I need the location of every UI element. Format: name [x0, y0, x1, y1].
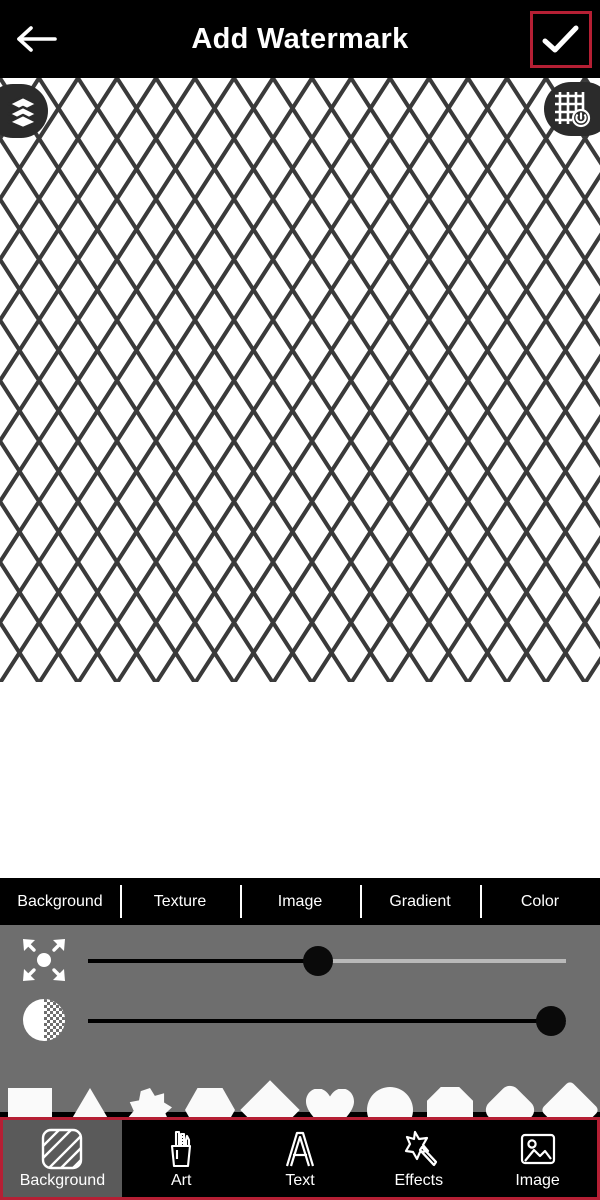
- page-title: Add Watermark: [191, 22, 409, 55]
- stripes-icon: [41, 1127, 83, 1170]
- layers-icon: [7, 95, 39, 128]
- app-root: Add Watermark Background Texture Image G…: [0, 0, 600, 1200]
- size-slider[interactable]: [88, 930, 566, 990]
- app-header: Add Watermark: [0, 0, 600, 78]
- size-slider-row: [0, 930, 600, 990]
- opacity-slider-fill: [88, 1019, 551, 1023]
- category-tabbar: Background Texture Image Gradient Color: [0, 878, 600, 925]
- tab-gradient[interactable]: Gradient: [360, 878, 480, 925]
- check-icon: [542, 25, 579, 52]
- expand-arrows-icon: [0, 930, 88, 990]
- canvas-empty-area[interactable]: [0, 682, 600, 878]
- opacity-slider[interactable]: [88, 990, 566, 1050]
- pencil-cup-icon: [160, 1127, 202, 1170]
- tab-color[interactable]: Color: [480, 878, 600, 925]
- nav-item-text[interactable]: Text: [240, 1120, 360, 1197]
- photo-icon: [517, 1127, 559, 1170]
- tab-background[interactable]: Background: [0, 878, 120, 925]
- grid-timer-icon: [555, 92, 591, 128]
- nav-label-image: Image: [515, 1172, 560, 1189]
- pattern-preview[interactable]: [0, 78, 600, 682]
- nav-label-background: Background: [19, 1172, 106, 1189]
- opacity-icon: [0, 990, 88, 1050]
- nav-label-effects: Effects: [394, 1172, 444, 1189]
- tab-texture[interactable]: Texture: [120, 878, 240, 925]
- size-slider-fill: [88, 959, 319, 963]
- magic-wand-icon: [398, 1127, 440, 1170]
- nav-item-effects[interactable]: Effects: [359, 1120, 479, 1197]
- nav-item-image[interactable]: Image: [478, 1120, 597, 1197]
- nav-label-art: Art: [170, 1172, 192, 1189]
- nav-label-text: Text: [285, 1172, 315, 1189]
- opacity-slider-row: [0, 990, 600, 1050]
- controls-panel: [0, 925, 600, 1112]
- confirm-button[interactable]: [530, 11, 592, 68]
- grid-timer-button[interactable]: [544, 82, 600, 136]
- bottom-navigation: Background Art Text Effects Image: [0, 1117, 600, 1200]
- nav-item-art[interactable]: Art: [121, 1120, 241, 1197]
- size-slider-thumb[interactable]: [303, 946, 334, 976]
- opacity-slider-thumb[interactable]: [536, 1006, 566, 1036]
- tab-image[interactable]: Image: [240, 878, 360, 925]
- letter-a-icon: [279, 1127, 321, 1170]
- nav-item-background[interactable]: Background: [3, 1120, 122, 1197]
- watermark-canvas[interactable]: [0, 78, 600, 878]
